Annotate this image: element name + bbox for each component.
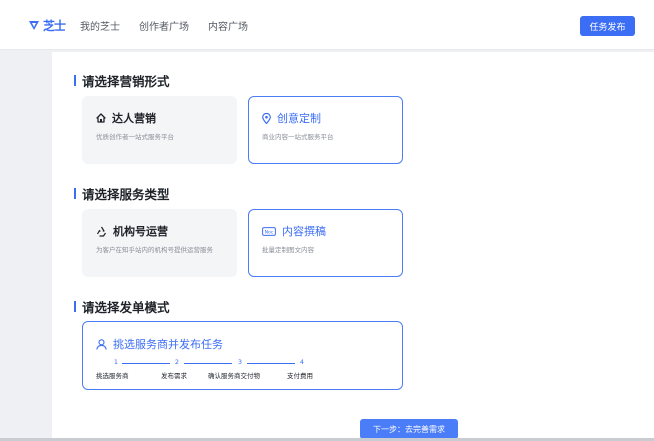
main-nav: 我的芝士 创作者广场 内容广场 [80,18,248,33]
card-description: 商业内容一站式服务平台 [262,133,334,141]
card-description: 批量定制图文内容 [262,246,314,254]
section-title-marketing: 请选择营销形式 [74,71,170,90]
process-steps: 1 2 3 4 挑选服务商 发布需求 确认服务商交付物 支付费用 [83,358,404,388]
nav-item-my-zhishi[interactable]: 我的芝士 [80,18,120,33]
section-title-text: 请选择营销形式 [82,74,170,89]
step-number: 4 [299,358,305,366]
step-label: 挑选服务商 [96,372,129,380]
card-head: 挑选服务商并发布任务 [96,336,223,352]
recycle-icon [96,226,106,237]
step-label: 确认服务商交付物 [208,372,260,380]
section-title-service: 请选择服务类型 [74,184,170,203]
section-accent-bar [74,301,76,312]
nav-item-creator-square[interactable]: 创作者广场 [139,18,189,33]
card-head: 机构号运营 [96,223,168,239]
card-title: 挑选服务商并发布任务 [113,338,223,351]
svg-text:Noc: Noc [265,229,274,235]
location-pin-icon [262,112,271,124]
card-head: Noc 内容撰稿 [262,223,326,239]
card-description: 优质创作者一站式服务平台 [96,133,174,141]
card-creative-custom[interactable]: 创意定制 商业内容一站式服务平台 [248,96,403,164]
step-number: 3 [237,358,243,366]
card-pick-provider-mode[interactable]: 挑选服务商并发布任务 1 2 3 4 挑选服务商 发布需求 确认服务商交付物 支… [82,321,403,390]
nav-item-content-square[interactable]: 内容广场 [208,18,248,33]
section-accent-bar [74,75,76,86]
doc-icon: Noc [262,226,276,236]
step-connector [122,363,170,364]
card-title: 机构号运营 [113,225,168,238]
logo[interactable]: 芝士 [28,17,66,34]
step-connector [247,363,295,364]
card-title: 内容撰稿 [282,225,326,238]
house-icon [96,113,106,123]
card-description: 为客户在知乎站内的机构号提供运营服务 [96,246,213,254]
top-navigation-bar: 芝士 我的芝士 创作者广场 内容广场 任务发布 [0,0,654,50]
card-title: 达人营销 [112,112,156,125]
user-icon [96,338,107,350]
step-label: 支付费用 [287,372,313,380]
card-content-writing[interactable]: Noc 内容撰稿 批量定制图文内容 [248,209,403,277]
logo-text: 芝士 [43,19,66,33]
section-title-text: 请选择服务类型 [82,187,170,202]
step-label: 发布需求 [161,372,187,380]
card-head: 达人营销 [96,110,156,126]
section-accent-bar [74,188,76,199]
card-head: 创意定制 [262,110,321,126]
logo-mark-icon [29,21,39,30]
step-connector [184,363,232,364]
publish-task-button[interactable]: 任务发布 [580,16,635,36]
card-org-account-operation[interactable]: 机构号运营 为客户在知乎站内的机构号提供运营服务 [82,209,237,277]
section-title-mode: 请选择发单模式 [74,297,170,316]
next-step-button[interactable]: 下一步：去完善需求 [360,419,458,439]
step-number: 1 [113,358,119,366]
card-title: 创意定制 [277,112,321,125]
card-influencer-marketing[interactable]: 达人营销 优质创作者一站式服务平台 [82,96,237,164]
step-number: 2 [174,358,180,366]
section-title-text: 请选择发单模式 [82,300,170,315]
